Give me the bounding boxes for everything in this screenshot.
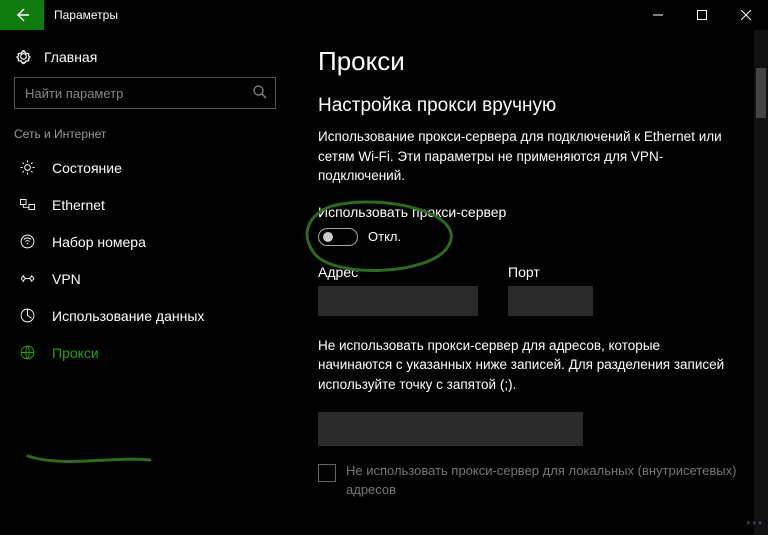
exceptions-description: Не использовать прокси-сервер для адресо…: [318, 336, 728, 395]
address-label: Адрес: [318, 264, 478, 280]
nav-label: Использование данных: [52, 308, 204, 324]
status-icon: [18, 159, 36, 176]
watermark: ***: [746, 520, 764, 531]
nav-label: Ethernet: [52, 197, 105, 213]
nav-proxy[interactable]: Прокси: [14, 334, 276, 371]
toggle-knob: [323, 232, 333, 242]
scrollbar[interactable]: [754, 30, 768, 535]
back-arrow-icon: [14, 7, 30, 23]
data-usage-icon: [18, 307, 36, 324]
ethernet-icon: [18, 196, 36, 213]
maximize-icon: [696, 9, 708, 21]
nav-vpn[interactable]: VPN: [14, 260, 276, 297]
vpn-icon: [18, 270, 36, 287]
nav-dialup[interactable]: Набор номера: [14, 223, 276, 260]
close-icon: [740, 9, 752, 21]
checkbox-label: Не использовать прокси-сервер для локаль…: [346, 462, 748, 498]
port-label: Порт: [508, 264, 593, 280]
page-title: Прокси: [318, 46, 748, 77]
home-label: Главная: [44, 49, 97, 65]
minimize-icon: [652, 9, 664, 21]
address-input[interactable]: [318, 286, 478, 316]
toggle-label: Использовать прокси-сервер: [318, 204, 748, 220]
nav-label: Прокси: [52, 345, 99, 361]
port-input[interactable]: [508, 286, 593, 316]
gear-icon: [14, 48, 32, 65]
main-content: Прокси Настройка прокси вручную Использо…: [290, 30, 768, 535]
dialup-icon: [18, 233, 36, 250]
nav-label: Набор номера: [52, 234, 146, 250]
back-button[interactable]: [0, 0, 44, 30]
sidebar: Главная Сеть и Интернет Состояние Ethern…: [0, 30, 290, 535]
minimize-button[interactable]: [636, 0, 680, 30]
toggle-state: Откл.: [368, 229, 401, 244]
nav-label: VPN: [52, 271, 81, 287]
maximize-button[interactable]: [680, 0, 724, 30]
nav-data-usage[interactable]: Использование данных: [14, 297, 276, 334]
exceptions-input[interactable]: [318, 412, 583, 446]
nav-ethernet[interactable]: Ethernet: [14, 186, 276, 223]
local-bypass-checkbox[interactable]: [318, 464, 336, 482]
nav-status[interactable]: Состояние: [14, 149, 276, 186]
section-title: Настройка прокси вручную: [318, 95, 748, 117]
section-header: Сеть и Интернет: [14, 127, 276, 141]
titlebar: Параметры: [0, 0, 768, 30]
scroll-thumb[interactable]: [756, 68, 766, 118]
window-title: Параметры: [44, 8, 636, 22]
globe-icon: [18, 344, 36, 361]
home-link[interactable]: Главная: [14, 40, 276, 77]
proxy-toggle[interactable]: [318, 228, 358, 246]
search-input[interactable]: [14, 77, 276, 109]
close-button[interactable]: [724, 0, 768, 30]
nav-label: Состояние: [52, 160, 122, 176]
search-icon: [252, 84, 268, 103]
section-description: Использование прокси-сервера для подключ…: [318, 127, 728, 186]
